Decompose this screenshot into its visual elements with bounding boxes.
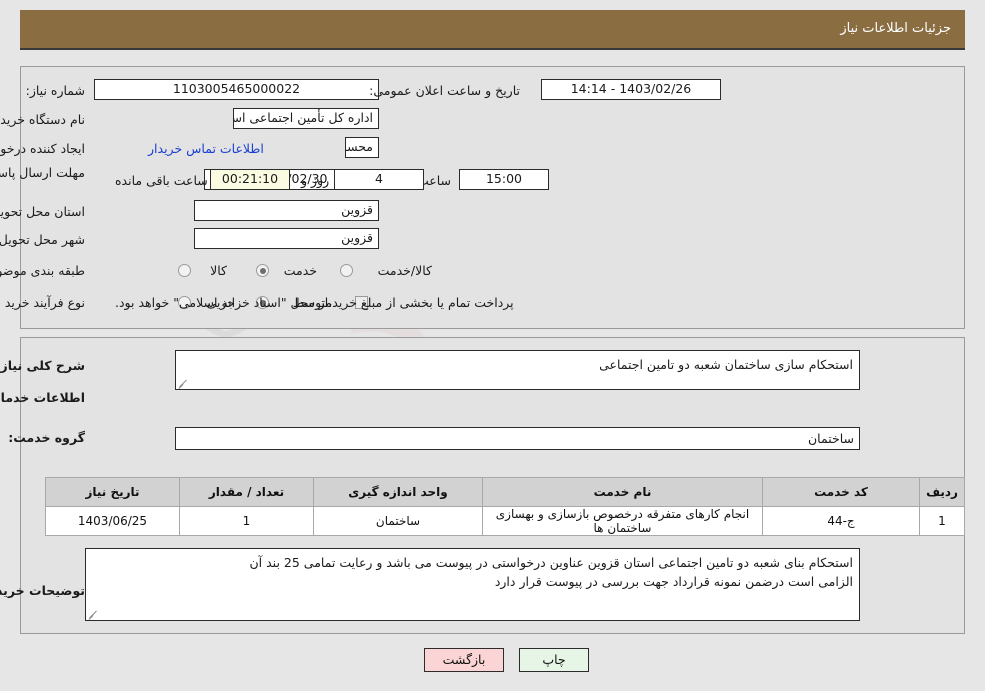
buyer-notes-line-1: استحکام بنای شعبه دو تامین اجتماعی استان… [249,555,853,570]
countdown-label: ساعت باقی مانده [115,173,208,188]
need-number-label: شماره نیاز: [25,83,85,98]
print-button[interactable]: چاپ [519,648,589,672]
page-root: AriaTender.ir جزئیات اطلاعات نیاز شماره … [0,0,985,691]
delivery-city-label: شهر محل تحویل: [0,232,85,247]
services-table: ردیف کد خدمت نام خدمت واحد اندازه گیری ت… [45,477,965,536]
delivery-city-value: قزوین [194,228,379,249]
col-name: نام خدمت [482,477,763,507]
category-option-kala-khedmat[interactable]: کالا/خدمت [378,263,432,279]
deadline-time-value: 15:00 [459,169,549,190]
deadline-days-value: 4 [334,169,424,190]
category-radio-khedmat[interactable] [256,264,269,277]
col-row: ردیف [919,477,965,507]
category-label: طبقه بندی موضوعی: [0,263,85,278]
page-title: جزئیات اطلاعات نیاز [840,21,951,36]
category-option-kala[interactable]: کالا [210,263,227,279]
countdown-timer: 00:21:10 [210,169,290,190]
col-quantity: تعداد / مقدار [179,477,314,507]
table-header-row: ردیف کد خدمت نام خدمت واحد اندازه گیری ت… [45,477,965,507]
buyer-notes-label: توضیحات خریدار: [0,583,85,598]
category-radio-kala[interactable] [178,264,191,277]
window-titlebar: جزئیات اطلاعات نیاز [20,10,965,50]
delivery-province-value: قزوین [194,200,379,221]
treasury-bond-note: پرداخت تمام یا بخشی از مبلغ خرید،از محل … [115,295,514,310]
deadline-days-label: روز و [301,173,330,188]
back-button[interactable]: بازگشت [424,648,504,672]
request-creator-label: ایجاد کننده درخواست: [0,141,85,156]
need-summary-panel [20,66,965,329]
buyer-org-value: اداره کل تأمین اجتماعی استان قزوین [233,108,379,129]
buyer-contact-link[interactable]: اطلاعات تماس خریدار [148,141,264,156]
category-radio-kala-khedmat[interactable] [340,264,353,277]
general-description-textarea[interactable]: استحکام سازی ساختمان شعبه دو تامین اجتما… [175,350,860,390]
buyer-notes-line-2: الزامی است درضمن نمونه قرارداد جهت بررسی… [494,574,853,589]
general-description-label: شرح کلی نیاز: [0,358,85,373]
col-need-date: تاریخ نیاز [45,477,180,507]
announce-datetime-label: تاریخ و ساعت اعلان عمومی: [369,83,520,98]
col-code: کد خدمت [762,477,920,507]
purchase-type-label: نوع فرآیند خرید : [0,295,85,310]
deadline-label: مهلت ارسال پاسخ: تا تاریخ: [0,165,85,180]
cell-name: انجام کارهای متفرقه درخصوص بازسازی و بهس… [482,506,763,536]
cell-quantity: 1 [179,506,314,536]
services-heading: اطلاعات خدمات مورد نیاز [0,390,85,405]
col-unit: واحد اندازه گیری [313,477,483,507]
request-creator-value: محسن قدسی کارشناس تدارکات اداره کل تأمین… [345,137,379,158]
cell-need-date: 1403/06/25 [45,506,180,536]
delivery-province-label: استان محل تحویل: [0,204,85,219]
announce-datetime-value: 1403/02/26 - 14:14 [541,79,721,100]
cell-code: ج-44 [762,506,920,536]
table-row: 1 ج-44 انجام کارهای متفرقه درخصوص بازساز… [45,506,965,536]
cell-unit: ساختمان [313,506,483,536]
service-group-value: ساختمان [175,427,860,450]
service-group-label: گروه خدمت: [8,430,85,445]
cell-row: 1 [919,506,965,536]
buyer-org-label: نام دستگاه خریدار: [0,112,85,127]
need-number-value: 1103005465000022 [94,79,379,100]
category-option-khedmat[interactable]: خدمت [284,263,317,279]
buyer-notes-textarea[interactable]: استحکام بنای شعبه دو تامین اجتماعی استان… [85,548,860,621]
